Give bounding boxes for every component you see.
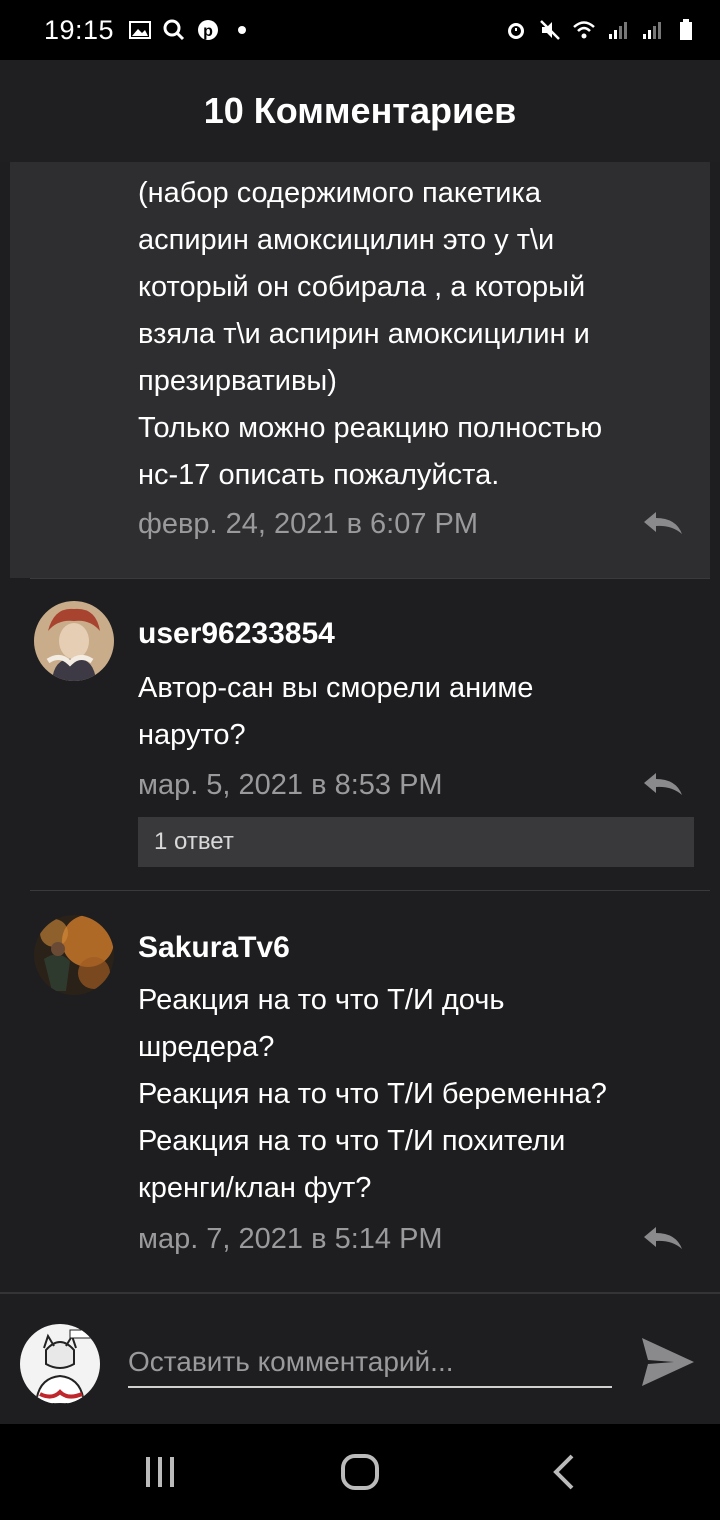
comment-item: user96233854 Автор-сан вы сморели аниме … (10, 579, 710, 889)
comment-item: SakuraTv6 Реакция на то что Т/И дочь шре… (10, 891, 710, 1291)
reply-icon[interactable] (640, 508, 684, 538)
signal-icon (640, 18, 664, 42)
comment-item: (набор содержимого пакетика аспирин амок… (10, 162, 710, 578)
comment-date: мар. 5, 2021 в 8:53 PM (138, 769, 443, 801)
signal-icon (606, 18, 630, 42)
comment-author[interactable]: user96233854 (138, 617, 335, 651)
header: 10 Комментариев (0, 60, 720, 162)
replies-button[interactable]: 1 ответ (138, 817, 694, 867)
reply-icon[interactable] (640, 769, 684, 799)
send-button[interactable] (640, 1336, 696, 1388)
mute-icon (538, 18, 562, 42)
alarm-icon (504, 18, 528, 42)
back-icon[interactable] (544, 1452, 584, 1492)
svg-text:p: p (203, 23, 213, 40)
status-bar: 19:15 p (0, 0, 720, 60)
comment-text: Реакция на то что Т/И дочь шредера? Реак… (138, 984, 607, 1204)
comment-author[interactable]: SakuraTv6 (138, 931, 290, 965)
recent-apps-icon[interactable] (140, 1452, 180, 1492)
dot-icon (238, 26, 247, 34)
pinterest-icon: p (196, 18, 220, 42)
comment-input[interactable] (128, 1338, 612, 1388)
gallery-icon (128, 18, 152, 42)
comment-composer (0, 1292, 720, 1424)
battery-icon (674, 18, 698, 42)
navigation-bar (0, 1424, 720, 1520)
page-title: 10 Комментариев (203, 90, 517, 131)
avatar[interactable] (34, 601, 114, 681)
reply-icon[interactable] (640, 1223, 684, 1253)
comment-date: мар. 7, 2021 в 5:14 PM (138, 1223, 443, 1255)
comment-list[interactable]: (набор содержимого пакетика аспирин амок… (10, 162, 710, 1292)
wifi-icon (572, 18, 596, 42)
comment-text: Автор-сан вы сморели аниме наруто? (138, 672, 534, 751)
comment-date: февр. 24, 2021 в 6:07 PM (138, 508, 479, 540)
status-time: 19:15 (44, 14, 115, 45)
user-avatar (20, 1324, 100, 1404)
comment-text: (набор содержимого пакетика аспирин амок… (138, 177, 603, 491)
search-icon (162, 18, 186, 42)
avatar[interactable] (34, 915, 114, 995)
home-icon[interactable] (340, 1452, 380, 1492)
